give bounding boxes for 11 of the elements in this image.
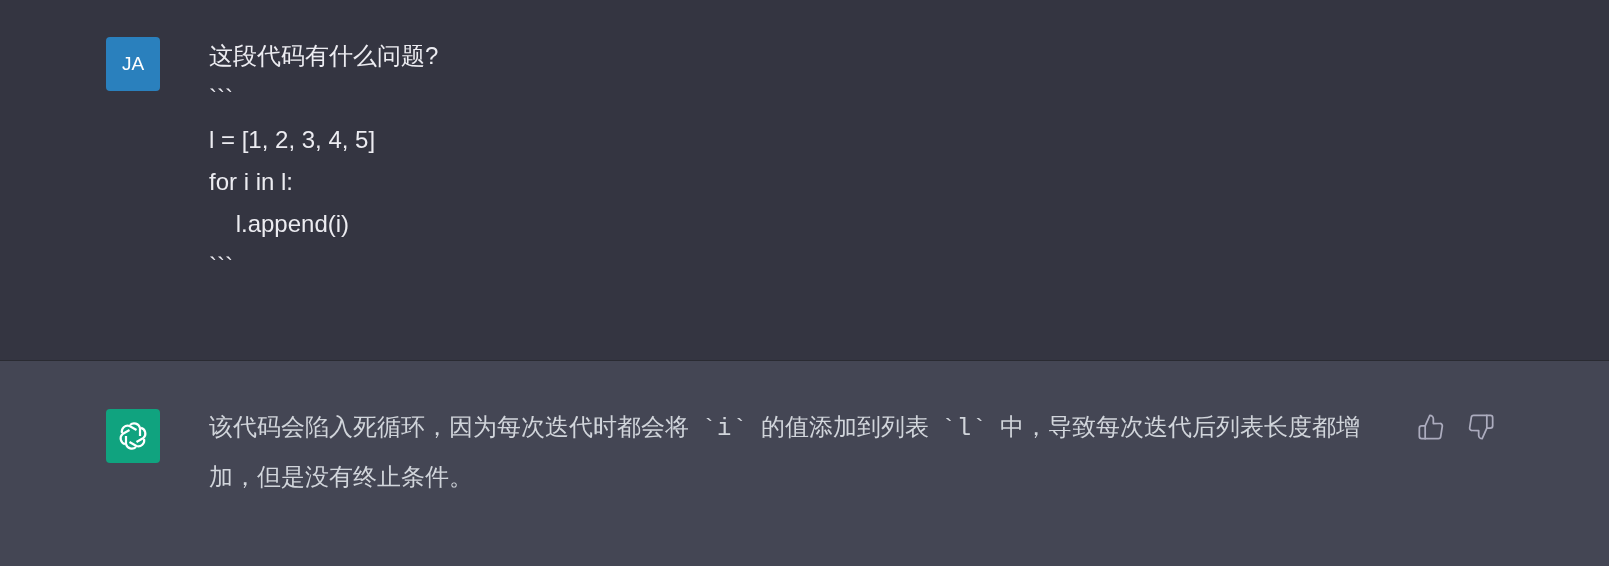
message-line: ``` — [209, 251, 234, 281]
thumbs-up-icon[interactable] — [1417, 413, 1445, 441]
message-line: for i in l: — [209, 167, 295, 197]
answer-text: 该代码会陷入死循环，因为每次迭代时都会将 `i` 的值添加到列表 `l` 中，导致每次迭代后列表长度都增加，但是没有终止条件。 — [209, 412, 1362, 492]
message-line: 这段代码有什么问题? — [209, 41, 439, 71]
message-line: l = [1, 2, 3, 4, 5] — [209, 125, 377, 155]
message-line: ``` — [209, 83, 234, 113]
message-line: l.append(i) — [234, 209, 351, 239]
user-avatar: JA — [106, 37, 160, 91]
knot-logo-icon — [117, 420, 149, 452]
thumbs-down-icon[interactable] — [1467, 413, 1495, 441]
